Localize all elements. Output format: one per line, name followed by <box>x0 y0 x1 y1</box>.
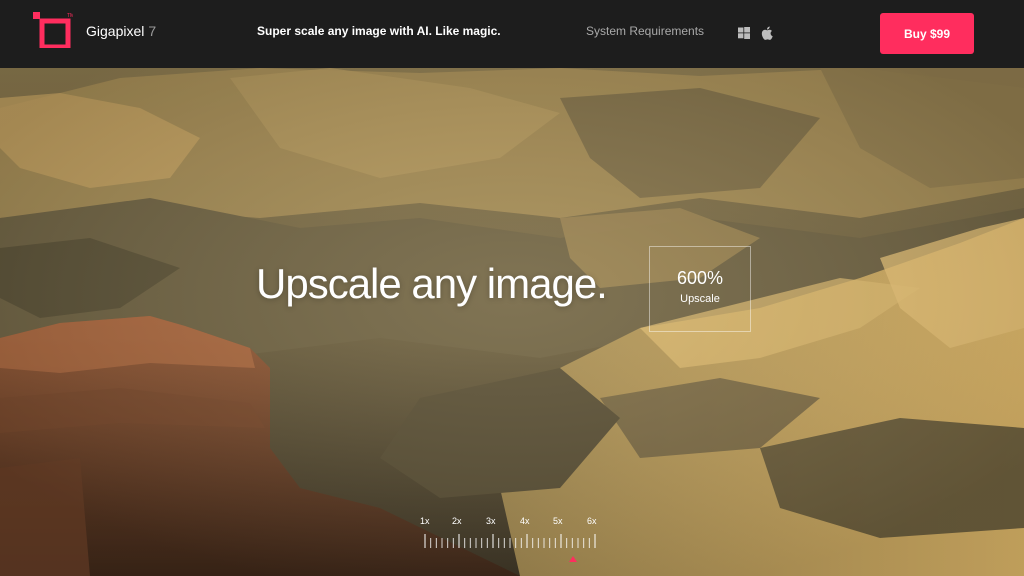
upscale-indicator: 600% Upscale <box>649 246 751 332</box>
slider-ticks <box>424 534 596 548</box>
scale-slider[interactable]: 1x 2x 3x 4x 5x 6x <box>418 516 608 566</box>
hero-headline: Upscale any image. <box>256 260 608 307</box>
tagline: Super scale any image with AI. Like magi… <box>257 24 501 38</box>
buy-button[interactable]: Buy $99 <box>880 13 974 54</box>
slider-label-5x: 5x <box>553 516 563 526</box>
gigapixel-logo[interactable]: TM <box>33 12 73 48</box>
upscale-label: Upscale <box>680 293 720 305</box>
slider-label-1x: 1x <box>420 516 430 526</box>
slider-label-6x: 6x <box>587 516 597 526</box>
upscale-percentage: 600% <box>676 268 724 288</box>
svg-text:TM: TM <box>67 13 73 19</box>
system-requirements-link[interactable]: System Requirements <box>586 24 704 38</box>
slider-pointer-icon[interactable] <box>569 556 577 562</box>
brand-version: 7 <box>148 23 157 39</box>
top-nav: TM Gigapixel 7 Super scale any image with… <box>0 0 1024 68</box>
apple-icon <box>761 26 773 45</box>
product-name: Gigapixel 7 <box>86 23 156 39</box>
logo-mark-icon: TM <box>33 12 73 48</box>
canyon-background-image <box>0 68 1024 576</box>
slider-label-4x: 4x <box>520 516 530 526</box>
slider-label-2x: 2x <box>452 516 462 526</box>
slider-label-3x: 3x <box>486 516 496 526</box>
windows-icon <box>738 26 750 44</box>
brand-name: Gigapixel <box>86 23 145 39</box>
hero-section: Upscale any image. 600% Upscale 1x 2x 3x… <box>0 68 1024 576</box>
